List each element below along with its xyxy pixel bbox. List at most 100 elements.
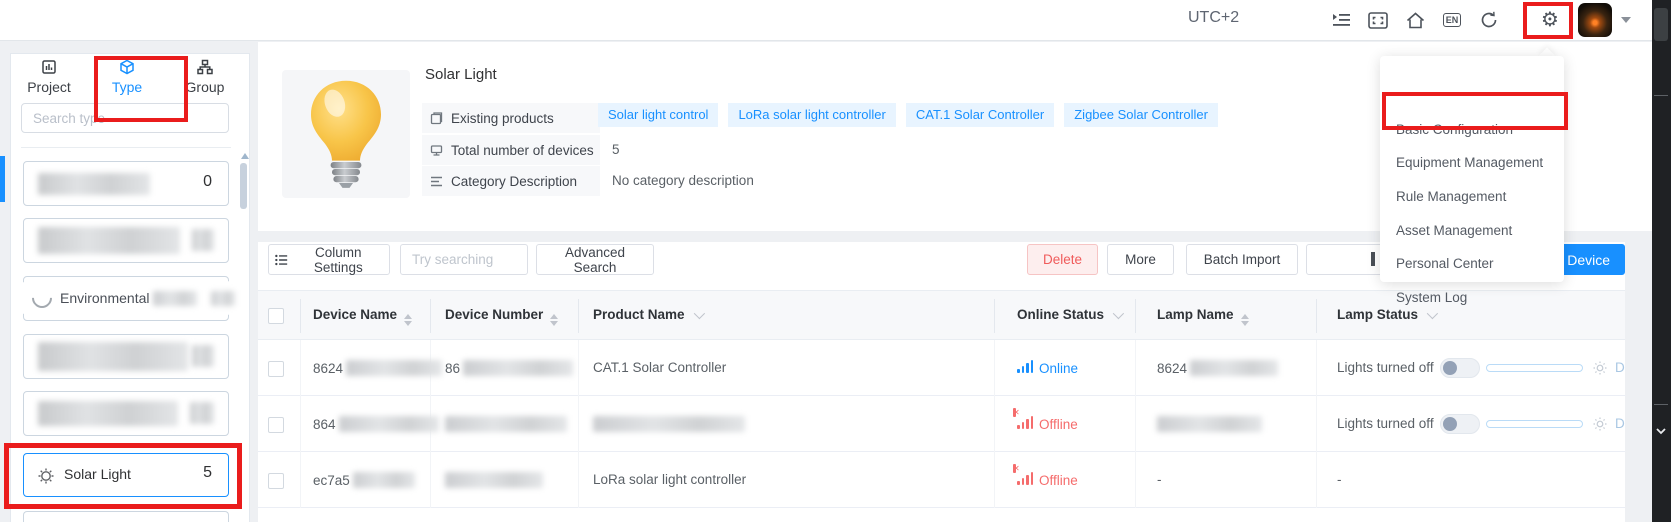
redacted-text — [346, 360, 442, 376]
select-all-checkbox[interactable] — [268, 308, 284, 324]
type-list-item[interactable] — [23, 334, 229, 379]
redacted-text — [463, 360, 573, 376]
field-label-category-description: Category Description — [422, 166, 600, 196]
column-header-product-name[interactable]: Product Name — [593, 307, 702, 322]
redacted-text — [339, 416, 439, 432]
search-type-input[interactable] — [21, 103, 229, 133]
lamp-toggle[interactable] — [1440, 358, 1480, 378]
product-tag[interactable]: LoRa solar light controller — [728, 103, 895, 127]
advanced-search-button[interactable]: Advanced Search — [536, 244, 654, 275]
fullscreen-icon[interactable] — [1366, 8, 1390, 32]
sort-icon[interactable] — [404, 314, 412, 326]
column-header-online-status[interactable]: Online Status — [1017, 307, 1121, 322]
device-name-cell: ec7a5 — [313, 472, 415, 488]
type-item-pill: Environmental — [14, 280, 240, 316]
device-number-cell: 86 — [445, 360, 573, 376]
row-checkbox[interactable] — [268, 417, 284, 433]
menu-item-basic-configuration[interactable]: Basic Configuration — [1396, 120, 1556, 140]
table-row[interactable]: 8624 86 CAT.1 Solar Controller Online 86… — [258, 340, 1625, 396]
menu-collapse-icon[interactable] — [1329, 8, 1353, 32]
row-checkbox[interactable] — [268, 361, 284, 377]
devices-icon — [430, 144, 443, 157]
online-status-cell: Online — [1017, 360, 1078, 376]
side-rail-chevron-down-icon[interactable] — [1654, 424, 1668, 438]
redacted-text — [353, 472, 415, 488]
type-list-item-partial[interactable] — [23, 511, 229, 522]
language-en-icon[interactable]: EN — [1440, 8, 1464, 32]
sidebar-tab-type[interactable]: Type — [92, 58, 162, 95]
sidebar-tab-group[interactable]: Group — [170, 58, 240, 95]
column-header-lamp-status[interactable]: Lamp Status — [1337, 307, 1435, 322]
menu-item-equipment-management[interactable]: Equipment Management — [1396, 153, 1556, 173]
type-list-item[interactable] — [23, 391, 229, 436]
menu-item-system-log[interactable]: System Log — [1396, 288, 1556, 308]
solar-icon — [37, 467, 55, 485]
light-bulb-image — [300, 78, 392, 190]
redacted-count — [192, 345, 214, 367]
type-list-item[interactable] — [23, 218, 229, 263]
sidebar-scrollbar[interactable] — [240, 163, 247, 209]
redacted-count — [192, 229, 214, 251]
table-row[interactable]: ec7a5 LoRa solar light controller ✕Offli… — [258, 452, 1625, 508]
redacted-text — [153, 291, 197, 306]
sidebar-tab-label: Project — [14, 79, 84, 95]
user-menu-caret-icon[interactable] — [1621, 17, 1631, 23]
type-list-item-solar-light[interactable]: Solar Light 5 — [23, 453, 229, 497]
brightness-slider[interactable] — [1486, 364, 1583, 372]
filter-chevron-icon[interactable] — [1113, 308, 1124, 319]
signal-offline-icon: ✕ — [1017, 472, 1033, 485]
sidebar-tab-label: Type — [92, 79, 162, 95]
column-header-device-number[interactable]: Device Number — [445, 307, 558, 326]
sidebar-tab-label: Group — [170, 79, 240, 95]
menu-item-asset-management[interactable]: Asset Management — [1396, 221, 1556, 241]
brightness-slider[interactable] — [1486, 420, 1583, 428]
settings-gear-icon[interactable]: ⚙ — [1538, 8, 1562, 32]
product-name-cell: CAT.1 Solar Controller — [593, 360, 726, 375]
divider — [21, 147, 231, 148]
filter-chevron-icon[interactable] — [693, 308, 704, 319]
user-avatar[interactable] — [1578, 3, 1612, 37]
side-rail-divider — [1654, 404, 1668, 405]
type-item-label: Environmental — [60, 290, 150, 306]
table-search-input[interactable] — [400, 244, 528, 275]
more-button[interactable]: More — [1107, 244, 1174, 275]
product-tag[interactable]: CAT.1 Solar Controller — [906, 103, 1054, 127]
sort-icon[interactable] — [550, 314, 558, 326]
product-name-cell: LoRa solar light controller — [593, 472, 746, 487]
column-header-lamp-name[interactable]: Lamp Name — [1157, 307, 1249, 326]
type-list-item-environmental[interactable]: Environmental — [23, 276, 229, 321]
topbar: UTC+2 EN ⚙ — [0, 0, 1652, 41]
row-checkbox[interactable] — [268, 473, 284, 489]
batch-import-button[interactable]: Batch Import — [1186, 244, 1298, 275]
column-settings-button[interactable]: Column Settings — [268, 244, 390, 275]
redacted-text — [38, 401, 178, 426]
column-header-device-name[interactable]: Device Name — [313, 307, 412, 326]
timezone-label: UTC+2 — [1188, 9, 1239, 27]
dimming-link[interactable]: D — [1615, 416, 1625, 431]
signal-offline-icon: ✕ — [1017, 416, 1033, 429]
sidebar: Project Type Group 0 — [10, 53, 250, 522]
scrollbar-up-arrow[interactable] — [241, 153, 249, 159]
redacted-text — [38, 227, 180, 254]
table-row[interactable]: 864 ✕Offline Lights turned off D — [258, 396, 1625, 452]
dimming-link[interactable]: D — [1615, 360, 1625, 375]
type-list-item[interactable]: 0 — [23, 161, 229, 206]
delete-button[interactable]: Delete — [1027, 244, 1098, 275]
description-icon — [430, 176, 443, 187]
field-label-total-devices: Total number of devices — [422, 135, 600, 165]
filter-chevron-icon[interactable] — [1427, 308, 1438, 319]
menu-item-personal-center[interactable]: Personal Center — [1396, 254, 1556, 274]
menu-item-rule-management[interactable]: Rule Management — [1396, 187, 1556, 207]
product-name-cell — [593, 416, 745, 432]
product-tag[interactable]: Zigbee Solar Controller — [1064, 103, 1218, 127]
refresh-icon[interactable] — [1477, 8, 1501, 32]
lamp-toggle[interactable] — [1440, 414, 1480, 434]
home-icon[interactable] — [1403, 8, 1427, 32]
type-count: 0 — [203, 173, 212, 191]
side-rail-handle[interactable] — [1654, 8, 1668, 41]
product-tag[interactable]: Solar light control — [598, 103, 718, 127]
lamp-status-cell: Lights turned off — [1337, 360, 1434, 375]
sort-icon[interactable] — [1241, 314, 1249, 326]
type-item-icon — [28, 284, 56, 312]
sidebar-tab-project[interactable]: Project — [14, 58, 84, 95]
